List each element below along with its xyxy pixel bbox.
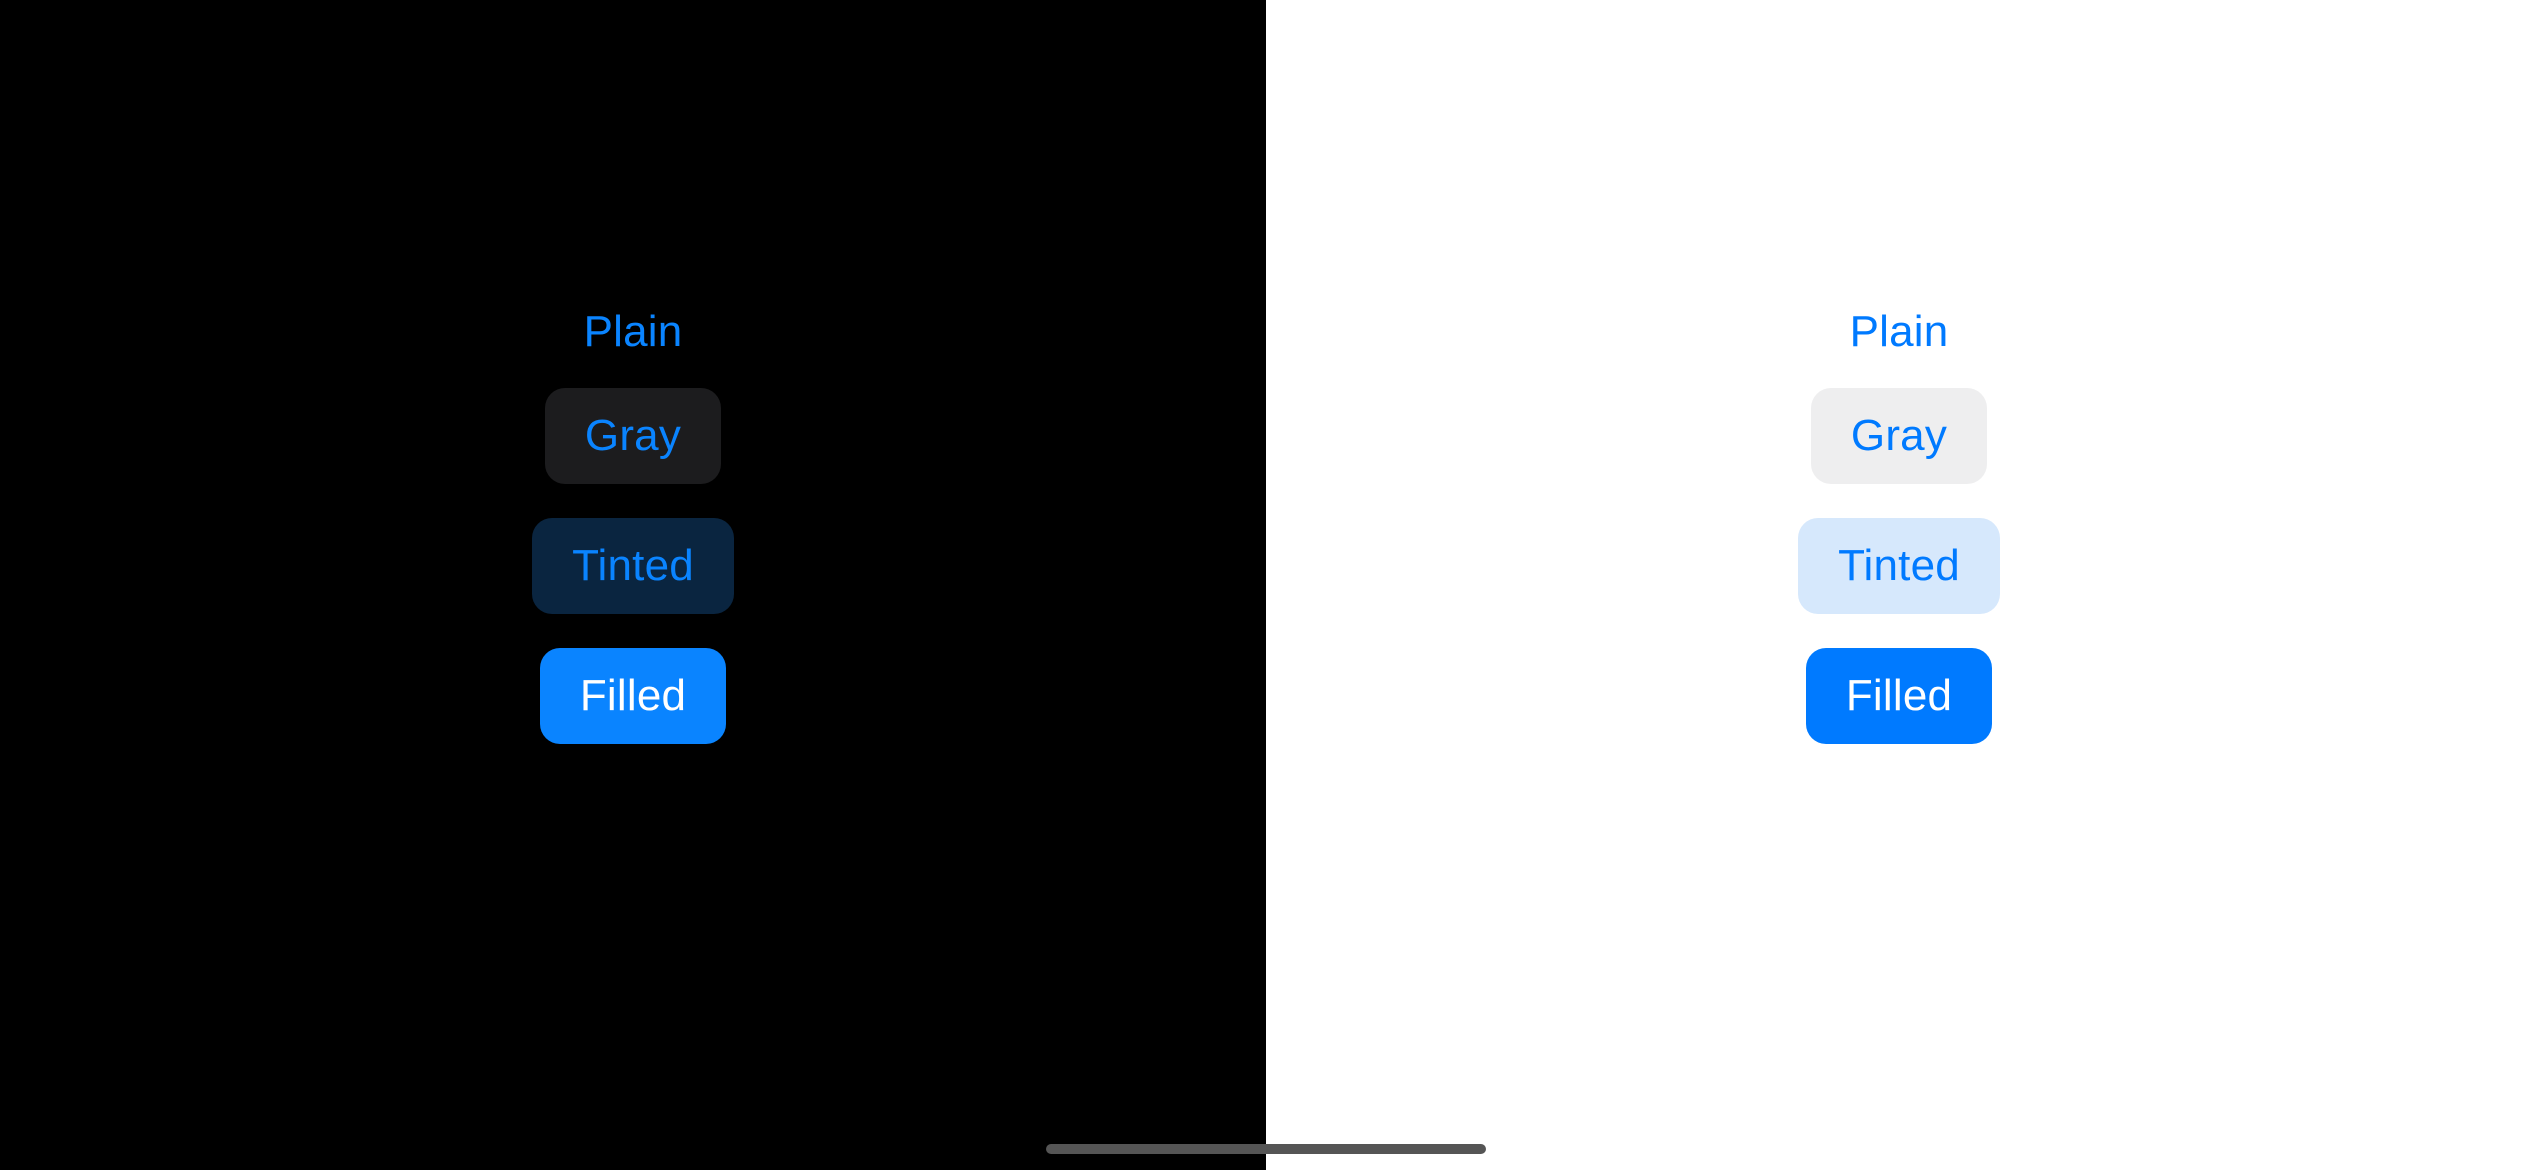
gray-button[interactable]: Gray — [1811, 388, 1987, 484]
tinted-button[interactable]: Tinted — [532, 518, 734, 614]
plain-button[interactable]: Plain — [1850, 310, 1949, 354]
dark-button-stack: Plain Gray Tinted Filled — [532, 310, 734, 744]
home-indicator[interactable] — [1046, 1144, 1486, 1154]
tinted-button[interactable]: Tinted — [1798, 518, 2000, 614]
plain-button[interactable]: Plain — [584, 310, 683, 354]
light-mode-panel: Plain Gray Tinted Filled — [1266, 0, 2532, 1170]
gray-button[interactable]: Gray — [545, 388, 721, 484]
dark-mode-panel: Plain Gray Tinted Filled — [0, 0, 1266, 1170]
filled-button[interactable]: Filled — [1806, 648, 1992, 744]
filled-button[interactable]: Filled — [540, 648, 726, 744]
light-button-stack: Plain Gray Tinted Filled — [1798, 310, 2000, 744]
